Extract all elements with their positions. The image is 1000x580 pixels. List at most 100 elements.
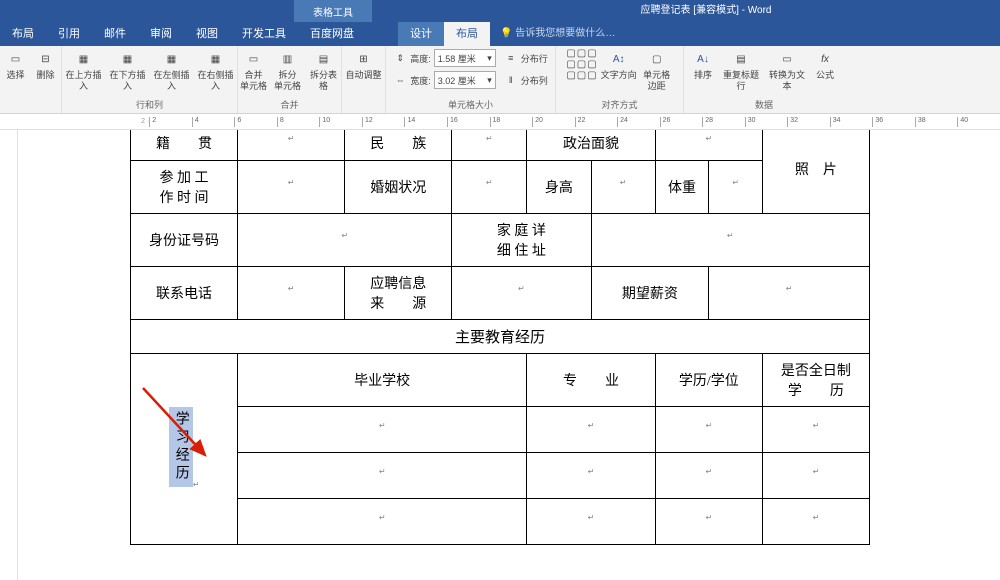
- split-cells-button[interactable]: ▥拆分 单元格: [273, 48, 303, 92]
- cell-edu-section[interactable]: 主要教育经历: [131, 320, 870, 354]
- delete-icon: ⊟: [37, 50, 55, 68]
- cursor-icon: ▭: [7, 50, 25, 68]
- rows-cols-group-label: 行和列: [136, 98, 163, 113]
- tab-mailings[interactable]: 邮件: [92, 22, 138, 46]
- align-br-icon[interactable]: ▢: [587, 70, 596, 81]
- text-direction-button[interactable]: A↕文字方向: [601, 48, 637, 81]
- cell-photo[interactable]: 照 片: [762, 130, 869, 214]
- cell-shengao-label[interactable]: 身高: [527, 161, 591, 214]
- insert-above-button[interactable]: ▦在上方插入: [64, 48, 104, 92]
- cell-edu-r1-school[interactable]: [238, 407, 527, 453]
- cell-edu-r3-school[interactable]: [238, 499, 527, 545]
- distribute-rows-button[interactable]: ≡分布行: [504, 48, 548, 68]
- cell-zzmm-value[interactable]: [655, 130, 762, 161]
- cell-edu-r3-major[interactable]: [527, 499, 656, 545]
- cell-jtxz-label[interactable]: 家 庭 详 细 住 址: [452, 214, 591, 267]
- cell-degree-header[interactable]: 学历/学位: [655, 354, 762, 407]
- split-cell-icon: ▥: [279, 50, 297, 68]
- sort-icon: A↓: [694, 50, 712, 68]
- cell-edu-r2-ft[interactable]: [762, 453, 869, 499]
- height-icon: ⇕: [393, 51, 407, 65]
- insert-right-button[interactable]: ▦在右侧插入: [196, 48, 236, 92]
- select-button[interactable]: ▭ 选择: [3, 48, 29, 81]
- tab-layout1[interactable]: 布局: [0, 22, 46, 46]
- align-ml-icon[interactable]: ▢: [566, 59, 575, 70]
- distribute-cols-button[interactable]: ‖分布列: [504, 70, 548, 90]
- tab-table-layout[interactable]: 布局: [444, 22, 490, 46]
- document-area[interactable]: 籍 贯 民 族 政治面貌 照 片 参 加 工 作 时 间 婚姻状况 身高 体重 …: [0, 130, 1000, 580]
- insert-below-button[interactable]: ▦在下方插入: [108, 48, 148, 92]
- split-table-icon: ▤: [315, 50, 333, 68]
- cell-fulltime-header[interactable]: 是否全日制 学 历: [762, 354, 869, 407]
- width-input[interactable]: 3.02 厘米▾: [434, 71, 496, 89]
- to-text-icon: ▭: [778, 50, 796, 68]
- align-tc-icon[interactable]: ▢: [577, 48, 586, 59]
- formula-button[interactable]: fx公式: [812, 48, 838, 81]
- cell-sfz-value[interactable]: [238, 214, 452, 267]
- cell-edu-r3-ft[interactable]: [762, 499, 869, 545]
- tab-review[interactable]: 审阅: [138, 22, 184, 46]
- tab-baidu[interactable]: 百度网盘: [298, 22, 366, 46]
- align-tr-icon[interactable]: ▢: [587, 48, 596, 59]
- tab-table-design[interactable]: 设计: [398, 22, 444, 46]
- cell-major-header[interactable]: 专 业: [527, 354, 656, 407]
- cell-edu-r1-degree[interactable]: [655, 407, 762, 453]
- cell-ypxx-value[interactable]: [452, 267, 591, 320]
- application-form-table[interactable]: 籍 贯 民 族 政治面貌 照 片 参 加 工 作 时 间 婚姻状况 身高 体重 …: [130, 130, 870, 545]
- cell-school-header[interactable]: 毕业学校: [238, 354, 527, 407]
- tab-developer[interactable]: 开发工具: [230, 22, 298, 46]
- height-input[interactable]: 1.58 厘米▾: [434, 49, 496, 67]
- cell-zzmm-label[interactable]: 政治面貌: [527, 130, 656, 161]
- sort-button[interactable]: A↓排序: [690, 48, 716, 81]
- autofit-icon: ⊞: [355, 50, 373, 68]
- cell-sfz-label[interactable]: 身份证号码: [131, 214, 238, 267]
- tab-references[interactable]: 引用: [46, 22, 92, 46]
- cell-minzu-label[interactable]: 民 族: [345, 130, 452, 161]
- vertical-ruler[interactable]: [2, 130, 18, 580]
- cell-edu-r1-ft[interactable]: [762, 407, 869, 453]
- horizontal-ruler[interactable]: 2 · 2468 10121416 18202224 26283032 3436…: [0, 114, 1000, 130]
- cell-edu-r2-school[interactable]: [238, 453, 527, 499]
- cell-tizhong-value[interactable]: [709, 161, 763, 214]
- cell-cjgz-label[interactable]: 参 加 工 作 时 间: [131, 161, 238, 214]
- cell-qwxz-label[interactable]: 期望薪资: [591, 267, 709, 320]
- autofit-button[interactable]: ⊞自动调整: [346, 48, 382, 81]
- cell-edu-r2-degree[interactable]: [655, 453, 762, 499]
- align-bl-icon[interactable]: ▢: [566, 70, 575, 81]
- cell-edu-r1-major[interactable]: [527, 407, 656, 453]
- cell-jiguan-label[interactable]: 籍 贯: [131, 130, 238, 161]
- align-bc-icon[interactable]: ▢: [577, 70, 586, 81]
- cell-edu-r2-major[interactable]: [527, 453, 656, 499]
- align-tl-icon[interactable]: ▢: [566, 48, 575, 59]
- split-table-button[interactable]: ▤拆分表格: [307, 48, 341, 92]
- cell-hyzk-label[interactable]: 婚姻状况: [345, 161, 452, 214]
- cell-tizhong-label[interactable]: 体重: [655, 161, 709, 214]
- tab-view[interactable]: 视图: [184, 22, 230, 46]
- cell-shengao-value[interactable]: [591, 161, 655, 214]
- cell-margins-button[interactable]: ▢单元格 边距: [641, 48, 673, 92]
- delete-button[interactable]: ⊟ 删除: [33, 48, 59, 81]
- cell-cjgz-value[interactable]: [238, 161, 345, 214]
- merge-cells-button[interactable]: ▭合并 单元格: [239, 48, 269, 92]
- cell-qwxz-value[interactable]: [709, 267, 870, 320]
- ribbon-tabs: 布局 引用 邮件 审阅 视图 开发工具 百度网盘 设计 布局 💡 告诉我您想要做…: [0, 22, 1000, 46]
- table-tools-context: 表格工具: [294, 0, 372, 22]
- cell-hyzk-value[interactable]: [452, 161, 527, 214]
- insert-below-icon: ▦: [119, 50, 137, 68]
- cell-ypxx-label[interactable]: 应聘信息 来 源: [345, 267, 452, 320]
- repeat-header-button[interactable]: ▤重复标题行: [720, 48, 762, 92]
- cell-edu-r3-degree[interactable]: [655, 499, 762, 545]
- cell-margin-icon: ▢: [648, 50, 666, 68]
- width-icon: ⇔: [393, 73, 407, 87]
- cell-xuexi-label[interactable]: 学习经历↵: [131, 354, 238, 545]
- align-mr-icon[interactable]: ▢: [587, 59, 596, 70]
- cell-jiguan-value[interactable]: [238, 130, 345, 161]
- cell-lxdh-label[interactable]: 联系电话: [131, 267, 238, 320]
- cell-lxdh-value[interactable]: [238, 267, 345, 320]
- cell-minzu-value[interactable]: [452, 130, 527, 161]
- convert-text-button[interactable]: ▭转换为文本: [766, 48, 808, 92]
- cell-jtxz-value[interactable]: [591, 214, 870, 267]
- insert-left-button[interactable]: ▦在左侧插入: [152, 48, 192, 92]
- tell-me-search[interactable]: 💡 告诉我您想要做什么…: [490, 22, 625, 46]
- align-mc-icon[interactable]: ▢: [577, 59, 586, 70]
